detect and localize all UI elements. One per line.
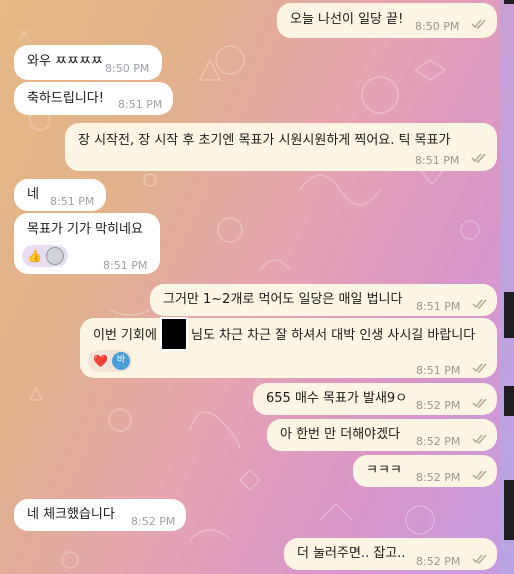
message-time: 8:51 PM: [118, 98, 163, 111]
message-text: 목표가 기가 막히네요: [27, 222, 143, 237]
message-time: 8:51 PM: [416, 364, 461, 377]
message-text: 장 시작전, 장 시작 후 초기엔 목표가 시원시원하게 찍어요. 틱 목표가: [78, 133, 451, 148]
message-time: 8:50 PM: [415, 20, 460, 33]
message-time: 8:51 PM: [103, 259, 148, 272]
heart-icon: ❤️: [93, 354, 108, 368]
double-check-icon: [471, 19, 486, 29]
message-text: 아 한번 만 더해야겠다: [280, 427, 401, 442]
message-incoming[interactable]: 네 체크했습니다 8:52 PM: [14, 499, 186, 531]
double-check-icon: [472, 398, 487, 408]
message-incoming[interactable]: 축하드립니다! 8:51 PM: [14, 82, 173, 115]
double-check-icon: [472, 363, 487, 373]
avatar: [46, 247, 64, 265]
double-check-icon: [472, 434, 487, 444]
message-time: 8:51 PM: [50, 195, 95, 208]
message-text: ㅋㅋㅋ: [366, 463, 402, 478]
message-text: 655 매수 목표가 발새9ㅇ: [266, 391, 408, 406]
message-outgoing[interactable]: 이번 기회에 님도 차근 차근 잘 하셔서 대박 인생 사시길 바랍니다 ❤️ …: [80, 317, 497, 378]
message-time: 8:51 PM: [416, 300, 461, 313]
message-text: 축하드립니다!: [27, 91, 104, 106]
double-check-icon: [472, 299, 487, 309]
message-incoming[interactable]: 와우 ㅉㅉㅉㅉ 8:50 PM: [14, 45, 162, 80]
message-time: 8:52 PM: [416, 435, 461, 448]
reaction-badge[interactable]: 👍: [22, 245, 68, 267]
double-check-icon: [471, 153, 486, 163]
window-edge: [500, 0, 514, 574]
message-text: 그거만 1~2개로 먹어도 일당은 매일 법니다: [163, 292, 403, 307]
message-time: 8:52 PM: [131, 515, 176, 528]
message-outgoing[interactable]: 오늘 나선이 일당 끝! 8:50 PM: [277, 3, 497, 38]
message-time: 8:51 PM: [415, 154, 460, 167]
message-incoming[interactable]: 목표가 기가 막히네요 👍 8:51 PM: [14, 213, 160, 274]
message-outgoing[interactable]: 655 매수 목표가 발새9ㅇ 8:52 PM: [253, 383, 497, 415]
message-text: 더 눌러주면.. 잡고..: [297, 546, 406, 561]
message-text: 네: [27, 187, 39, 202]
message-text: 네 체크했습니다: [27, 507, 115, 522]
message-time: 8:52 PM: [416, 555, 461, 568]
message-time: 8:50 PM: [105, 62, 150, 75]
message-outgoing[interactable]: 장 시작전, 장 시작 후 초기엔 목표가 시원시원하게 찍어요. 틱 목표가 …: [65, 123, 497, 171]
double-check-icon: [472, 470, 487, 480]
message-time: 8:52 PM: [416, 471, 461, 484]
message-text: 님도 차근 차근 잘 하셔서 대박 인생 사시길 바랍니다: [191, 328, 476, 343]
message-outgoing[interactable]: 더 눌러주면.. 잡고.. 8:52 PM: [284, 538, 497, 570]
avatar: 바: [112, 352, 130, 370]
message-text: 이번 기회에: [93, 328, 157, 343]
double-check-icon: [472, 554, 487, 564]
message-outgoing[interactable]: 아 한번 만 더해야겠다 8:52 PM: [267, 419, 497, 451]
message-time: 8:52 PM: [416, 399, 461, 412]
thumbs-up-icon: 👍: [27, 249, 42, 263]
reaction-badge[interactable]: ❤️ 바: [88, 350, 132, 372]
message-outgoing[interactable]: 그거만 1~2개로 먹어도 일당은 매일 법니다 8:51 PM: [150, 284, 497, 316]
message-text: 오늘 나선이 일당 끝!: [290, 12, 404, 27]
redacted-name: [160, 317, 188, 351]
message-text: 와우 ㅉㅉㅉㅉ: [27, 54, 103, 69]
message-outgoing[interactable]: ㅋㅋㅋ 8:52 PM: [353, 455, 497, 487]
message-incoming[interactable]: 네 8:51 PM: [14, 179, 106, 211]
